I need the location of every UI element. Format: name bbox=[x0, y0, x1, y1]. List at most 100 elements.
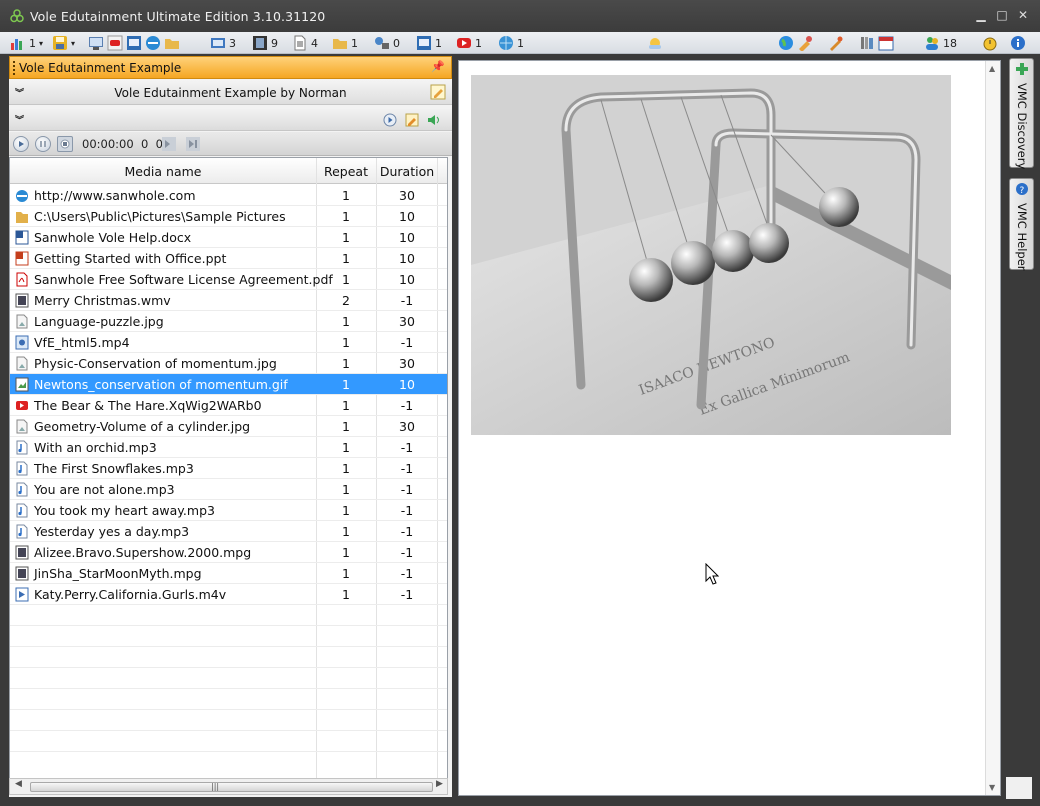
table-row[interactable]: Physic-Conservation of momentum.jpg 1 30 bbox=[10, 353, 447, 374]
column-repeat[interactable]: Repeat bbox=[316, 164, 376, 179]
scroll-right-arrow-icon[interactable]: ▶ bbox=[436, 779, 443, 789]
drag-handle[interactable] bbox=[13, 61, 16, 75]
web-button[interactable]: 1 bbox=[498, 34, 524, 52]
weather-button[interactable] bbox=[647, 34, 663, 52]
duration-cell[interactable]: 10 bbox=[377, 209, 437, 224]
next-icon[interactable] bbox=[185, 136, 201, 152]
tools-icon[interactable] bbox=[828, 35, 844, 51]
table-row[interactable]: VfE_html5.mp4 1 -1 bbox=[10, 332, 447, 353]
duration-cell[interactable]: 10 bbox=[377, 377, 437, 392]
network-button[interactable]: 0 bbox=[374, 34, 400, 52]
calendar-icon[interactable] bbox=[878, 35, 894, 51]
repeat-cell[interactable]: 1 bbox=[316, 230, 376, 245]
repeat-cell[interactable]: 1 bbox=[316, 482, 376, 497]
volume-icon[interactable] bbox=[427, 113, 441, 127]
duration-cell[interactable]: 30 bbox=[377, 188, 437, 203]
timer-button[interactable] bbox=[982, 34, 998, 52]
table-row[interactable]: The Bear & The Hare.XqWig2WARb0 1 -1 bbox=[10, 395, 447, 416]
dropdown-arrow-icon[interactable]: ▾ bbox=[39, 39, 43, 48]
vmc-discovery-tab[interactable]: VMC Discovery bbox=[1009, 58, 1034, 169]
resize-corner[interactable] bbox=[1006, 777, 1032, 799]
youtube-doc-icon[interactable] bbox=[107, 35, 123, 51]
slides-button[interactable]: 3 bbox=[210, 34, 236, 52]
duration-cell[interactable]: 30 bbox=[377, 356, 437, 371]
presentation-icon[interactable] bbox=[126, 35, 142, 51]
duration-cell[interactable]: -1 bbox=[377, 524, 437, 539]
scroll-thumb[interactable]: ||| bbox=[30, 782, 433, 792]
edit-settings-icon[interactable] bbox=[405, 113, 419, 127]
repeat-cell[interactable]: 1 bbox=[316, 209, 376, 224]
earth-icon[interactable] bbox=[778, 35, 794, 51]
scroll-down-arrow-icon[interactable]: ▼ bbox=[989, 783, 995, 792]
duration-cell[interactable]: -1 bbox=[377, 566, 437, 581]
table-row[interactable]: Yesterday yes a day.mp3 1 -1 bbox=[10, 521, 447, 542]
table-row[interactable]: Alizee.Bravo.Supershow.2000.mpg 1 -1 bbox=[10, 542, 447, 563]
paint-icon[interactable] bbox=[797, 35, 813, 51]
duration-cell[interactable]: -1 bbox=[377, 293, 437, 308]
table-row[interactable]: Language-puzzle.jpg 1 30 bbox=[10, 311, 447, 332]
duration-cell[interactable]: 10 bbox=[377, 251, 437, 266]
table-row[interactable]: Geometry-Volume of a cylinder.jpg 1 30 bbox=[10, 416, 447, 437]
about-button[interactable] bbox=[1010, 34, 1026, 52]
duration-cell[interactable]: -1 bbox=[377, 461, 437, 476]
duration-cell[interactable]: -1 bbox=[377, 482, 437, 497]
table-row[interactable]: Katy.Perry.California.Gurls.m4v 1 -1 bbox=[10, 584, 447, 605]
table-row[interactable]: You are not alone.mp3 1 -1 bbox=[10, 479, 447, 500]
vertical-scrollbar[interactable]: ▲ ▼ bbox=[985, 61, 1000, 795]
repeat-cell[interactable]: 1 bbox=[316, 251, 376, 266]
play-circle-icon[interactable] bbox=[383, 113, 397, 127]
repeat-cell[interactable]: 1 bbox=[316, 272, 376, 287]
table-row[interactable]: Merry Christmas.wmv 2 -1 bbox=[10, 290, 447, 311]
scroll-left-arrow-icon[interactable]: ◀ bbox=[15, 779, 22, 789]
table-row[interactable]: http://www.sanwhole.com 1 30 bbox=[10, 185, 447, 206]
table-row[interactable]: With an orchid.mp3 1 -1 bbox=[10, 437, 447, 458]
table-row[interactable]: Getting Started with Office.ppt 1 10 bbox=[10, 248, 447, 269]
repeat-cell[interactable]: 1 bbox=[316, 335, 376, 350]
pin-icon[interactable]: 📌 bbox=[431, 60, 445, 73]
pause-button[interactable] bbox=[35, 136, 51, 152]
document-tab[interactable]: Vole Edutainment Example 📌 bbox=[9, 56, 452, 79]
table-row[interactable]: Newtons_conservation of momentum.gif 1 10 bbox=[10, 374, 447, 395]
minimize-button[interactable]: ▁ bbox=[974, 8, 988, 22]
save-button[interactable]: ▾ bbox=[52, 34, 75, 52]
table-row[interactable]: JinSha_StarMoonMyth.mpg 1 -1 bbox=[10, 563, 447, 584]
repeat-cell[interactable]: 1 bbox=[316, 440, 376, 455]
table-row[interactable]: Sanwhole Vole Help.docx 1 10 bbox=[10, 227, 447, 248]
table-row[interactable]: You took my heart away.mp3 1 -1 bbox=[10, 500, 447, 521]
repeat-cell[interactable]: 1 bbox=[316, 314, 376, 329]
documents-button[interactable]: 4 bbox=[292, 34, 318, 52]
folder-icon[interactable] bbox=[164, 35, 180, 51]
stop-button[interactable] bbox=[57, 136, 73, 152]
horizontal-scrollbar[interactable]: ◀ ||| ▶ bbox=[9, 778, 448, 795]
column-media-name[interactable]: Media name bbox=[10, 164, 316, 179]
repeat-cell[interactable]: 2 bbox=[316, 293, 376, 308]
maximize-button[interactable]: □ bbox=[995, 8, 1009, 22]
duration-cell[interactable]: -1 bbox=[377, 398, 437, 413]
close-button[interactable]: ✕ bbox=[1016, 8, 1030, 22]
people-button[interactable]: 18 bbox=[924, 34, 957, 52]
duration-cell[interactable]: -1 bbox=[377, 545, 437, 560]
vmc-helper-tab[interactable]: ? VMC Helper bbox=[1009, 178, 1034, 271]
duration-cell[interactable]: 30 bbox=[377, 419, 437, 434]
column-duration[interactable]: Duration bbox=[377, 164, 437, 179]
monitor-icon[interactable] bbox=[88, 35, 104, 51]
library-icon[interactable] bbox=[859, 35, 875, 51]
videos-button[interactable]: 9 bbox=[252, 34, 278, 52]
table-row[interactable]: The First Snowflakes.mp3 1 -1 bbox=[10, 458, 447, 479]
repeat-cell[interactable]: 1 bbox=[316, 398, 376, 413]
duration-cell[interactable]: -1 bbox=[377, 335, 437, 350]
duration-cell[interactable]: -1 bbox=[377, 587, 437, 602]
folders-button[interactable]: 1 bbox=[332, 34, 358, 52]
repeat-cell[interactable]: 1 bbox=[316, 524, 376, 539]
duration-cell[interactable]: -1 bbox=[377, 440, 437, 455]
skip-icon[interactable] bbox=[161, 136, 177, 152]
duration-cell[interactable]: 10 bbox=[377, 230, 437, 245]
duration-cell[interactable]: 30 bbox=[377, 314, 437, 329]
dropdown-arrow-icon[interactable]: ▾ bbox=[71, 39, 75, 48]
repeat-cell[interactable]: 1 bbox=[316, 356, 376, 371]
charts-button[interactable]: 1 ▾ bbox=[10, 34, 43, 52]
table-row[interactable]: C:\Users\Public\Pictures\Sample Pictures… bbox=[10, 206, 447, 227]
presentations-button[interactable]: 1 bbox=[416, 34, 442, 52]
repeat-cell[interactable]: 1 bbox=[316, 419, 376, 434]
duration-cell[interactable]: -1 bbox=[377, 503, 437, 518]
